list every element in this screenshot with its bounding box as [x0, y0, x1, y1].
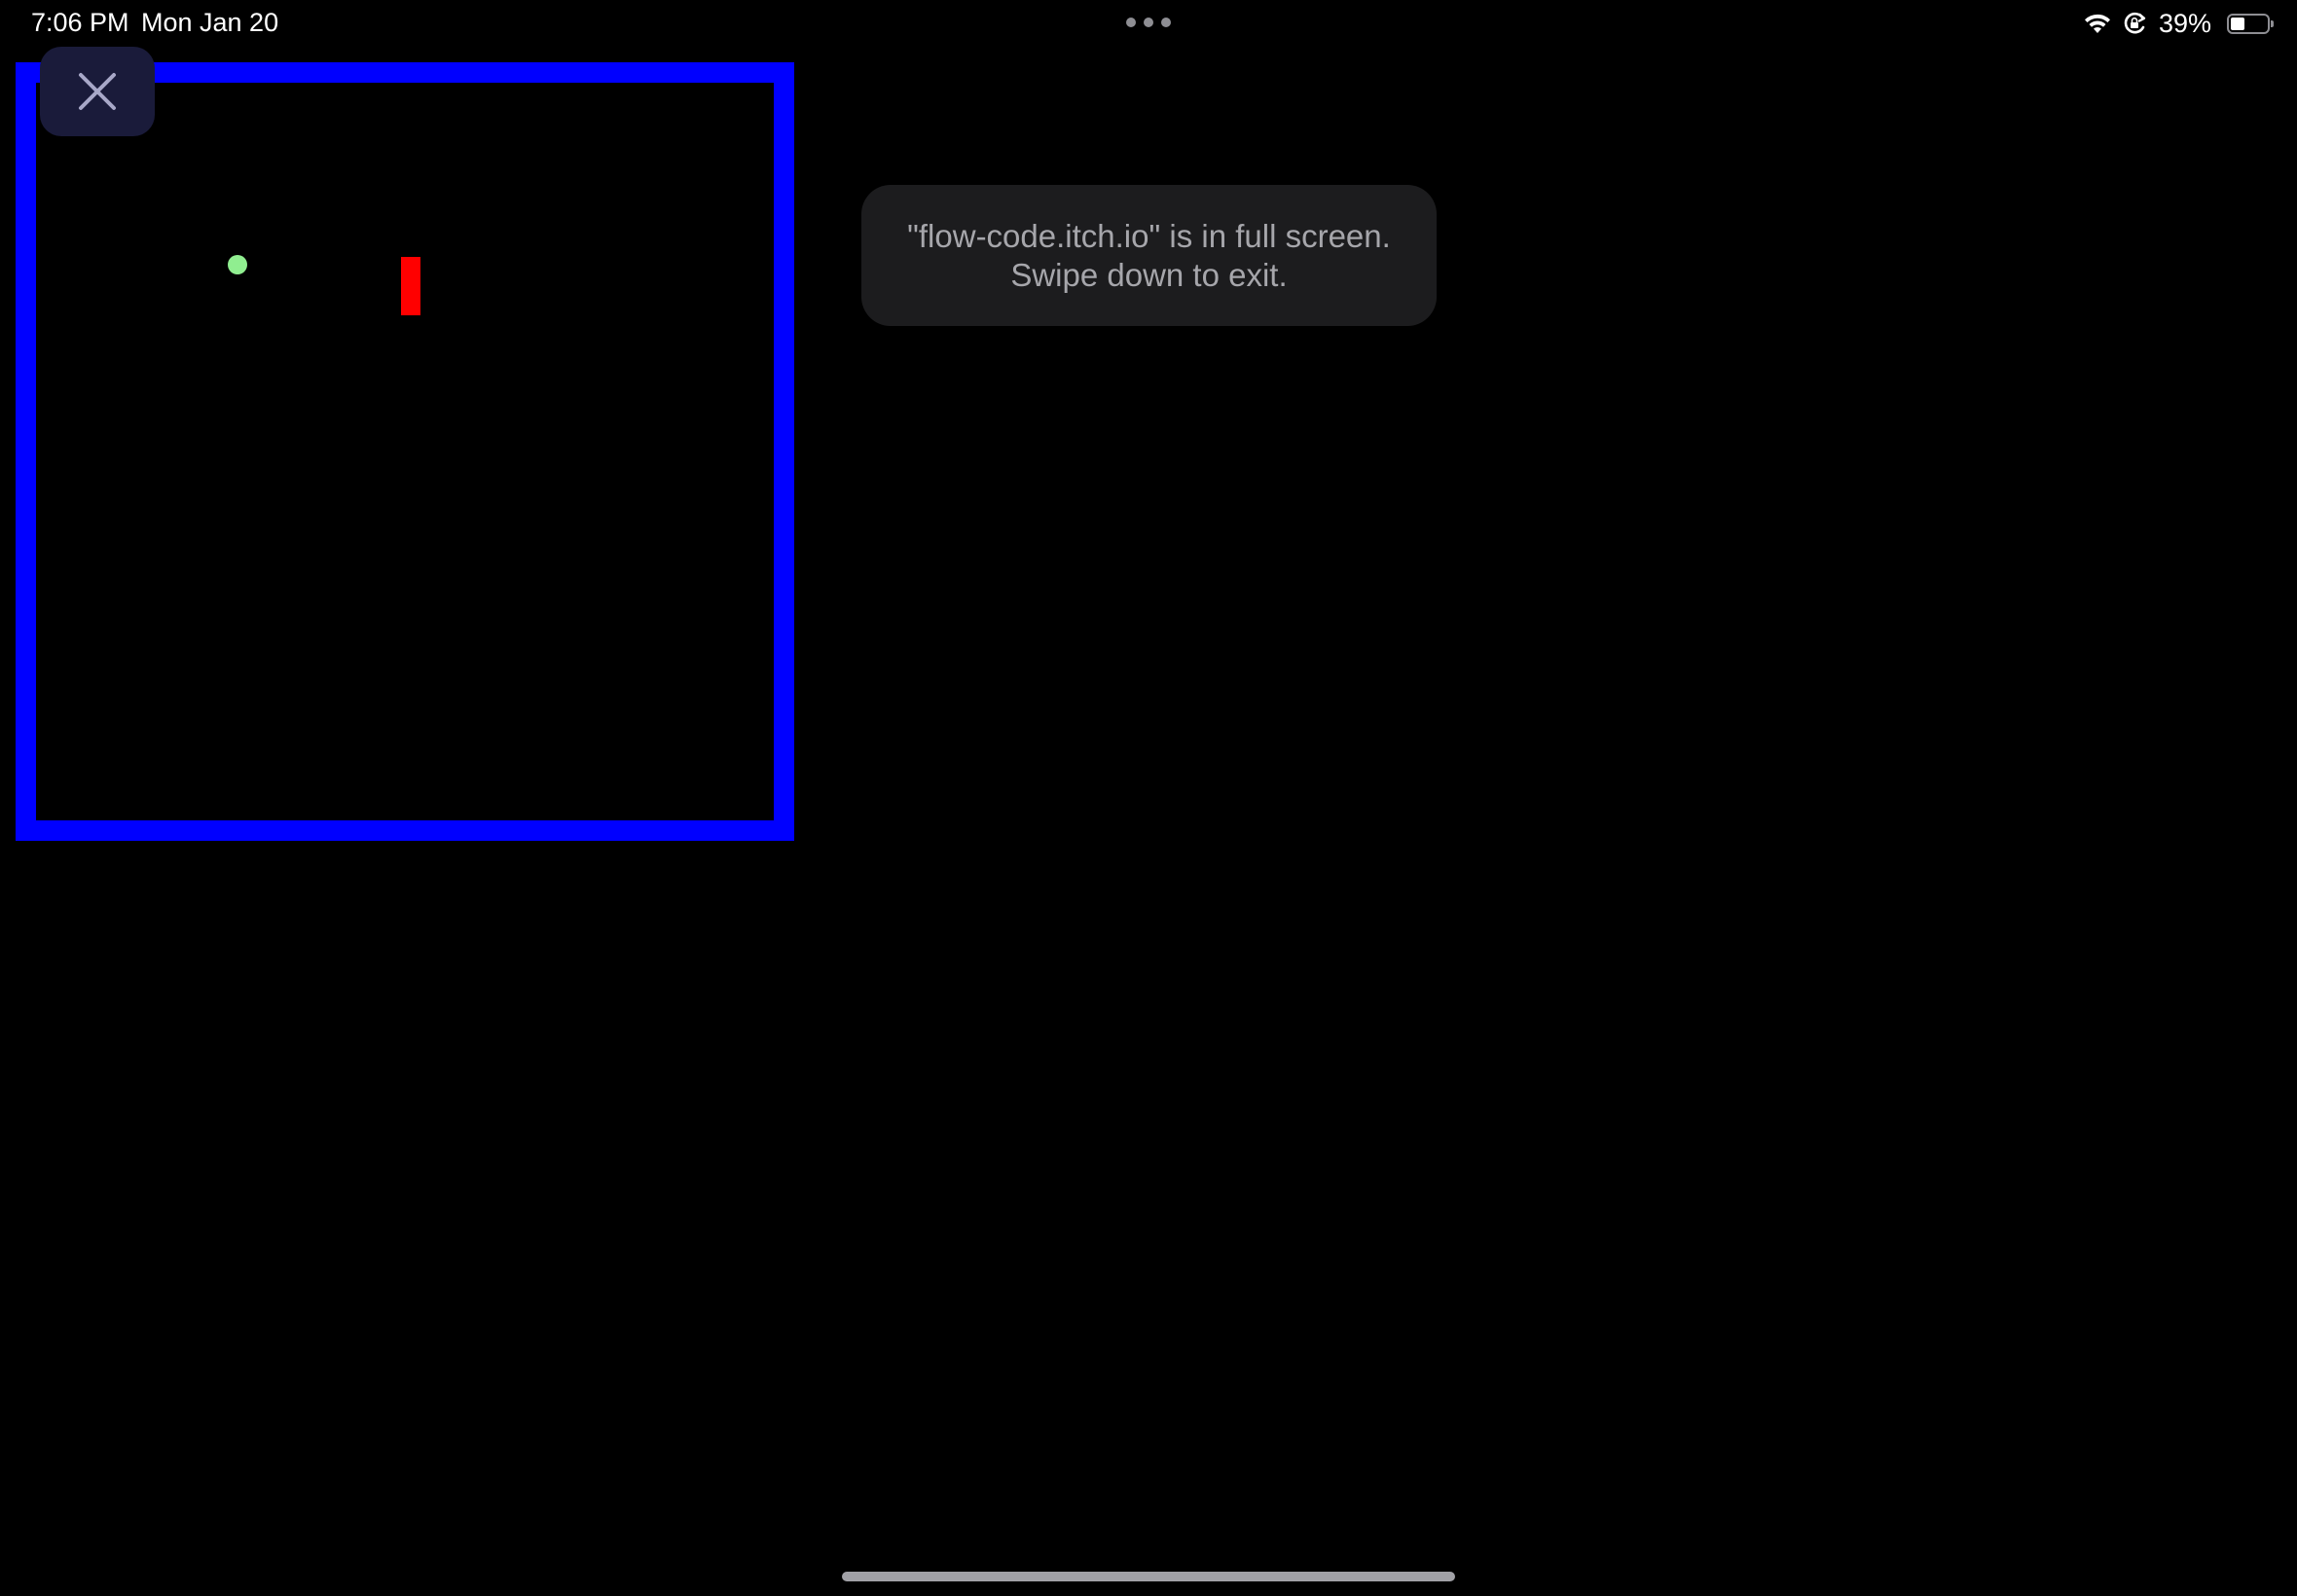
battery-percent: 39%	[2158, 8, 2211, 38]
close-icon	[79, 73, 116, 110]
status-indicators: 39%	[2083, 8, 2274, 39]
dot	[1126, 18, 1136, 27]
battery-icon	[2227, 13, 2274, 34]
wifi-icon	[2084, 14, 2110, 33]
game-canvas[interactable]	[16, 62, 794, 841]
game-paddle	[401, 257, 420, 315]
status-date: Mon Jan 20	[141, 8, 279, 37]
dot	[1161, 18, 1171, 27]
close-button[interactable]	[40, 47, 155, 136]
multitask-dots-icon[interactable]	[1126, 18, 1171, 27]
screen: 7:06 PM Mon Jan 20 39% "flow-code.itch.i…	[0, 0, 2297, 1596]
status-time: 7:06 PM	[31, 8, 129, 37]
fullscreen-notice-line1: "flow-code.itch.io" is in full screen.	[907, 217, 1391, 254]
fullscreen-notice-line2: Swipe down to exit.	[1010, 256, 1288, 293]
battery-fill	[2231, 17, 2244, 30]
status-bar: 7:06 PM Mon Jan 20 39%	[0, 0, 2297, 47]
orientation-lock-icon	[2124, 12, 2146, 34]
fullscreen-notice: "flow-code.itch.io" is in full screen. S…	[861, 185, 1437, 326]
game-ball	[228, 255, 247, 274]
dot	[1144, 18, 1153, 27]
battery-cap	[2271, 19, 2274, 27]
home-indicator[interactable]	[842, 1572, 1455, 1581]
